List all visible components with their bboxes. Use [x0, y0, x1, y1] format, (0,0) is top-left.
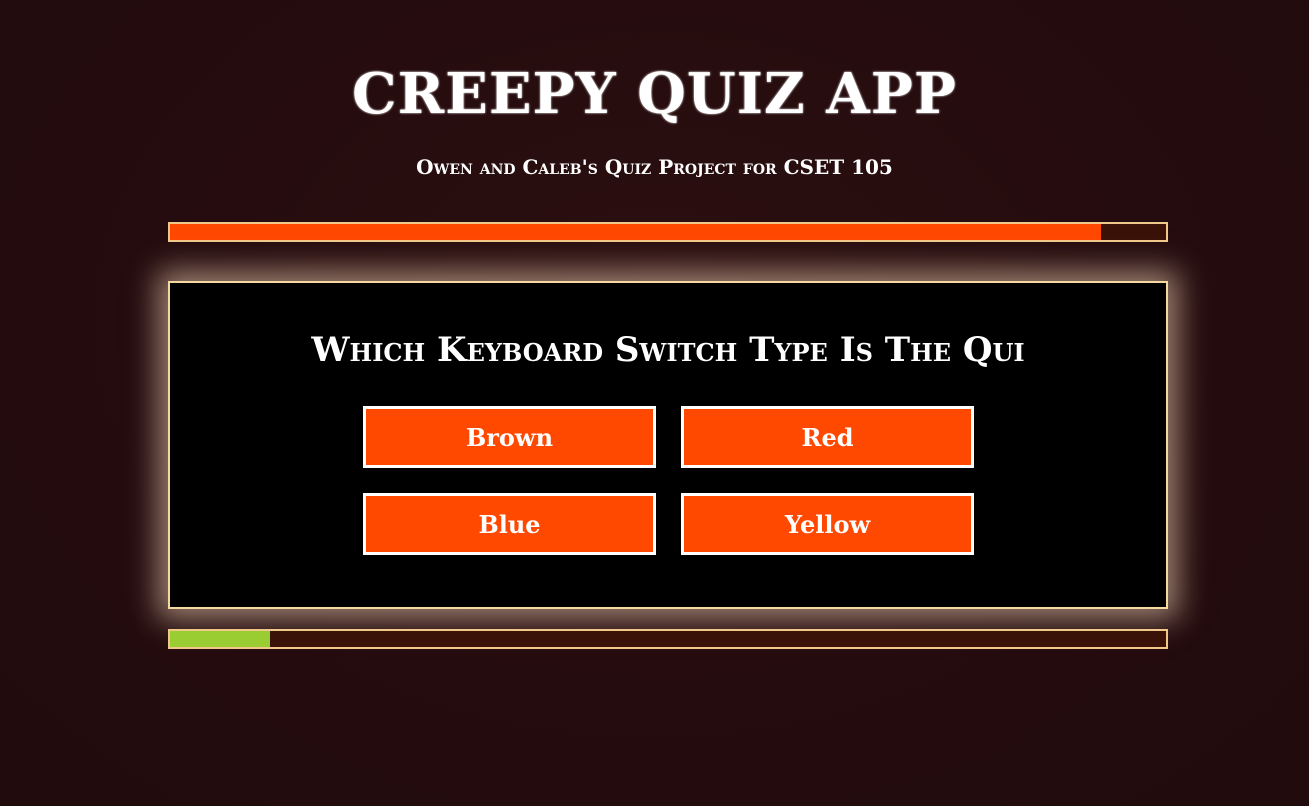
question-text: Which Keyboard Switch Type Is The Qui — [311, 330, 1025, 370]
quiz-card: Which Keyboard Switch Type Is The Qui Br… — [168, 281, 1168, 609]
answer-button-yellow[interactable]: Yellow — [681, 493, 974, 555]
answer-button-red[interactable]: Red — [681, 406, 974, 468]
progress-bar-fill — [170, 631, 270, 647]
answer-grid: Brown Red Blue Yellow — [363, 406, 975, 555]
answer-button-blue[interactable]: Blue — [363, 493, 656, 555]
app-title: CREEPY QUIZ APP — [352, 61, 957, 127]
timer-bar-fill — [170, 224, 1102, 240]
progress-bar — [168, 629, 1168, 649]
app-subtitle: Owen and Caleb's Quiz Project for CSET 1… — [416, 155, 893, 179]
timer-bar — [168, 222, 1168, 242]
answer-button-brown[interactable]: Brown — [363, 406, 656, 468]
